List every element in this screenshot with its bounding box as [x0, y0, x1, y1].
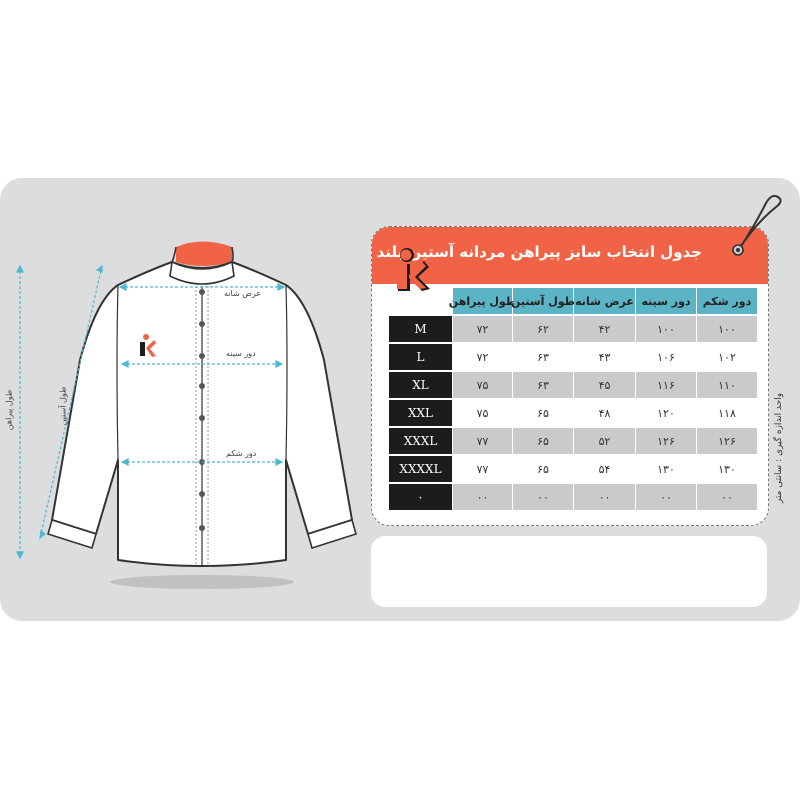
unit-note: واحد اندازه گیری : سانتی متر [774, 392, 784, 504]
table-cell: ۶۵ [513, 428, 573, 454]
size-cell: M [389, 316, 452, 342]
table-cell: ۷۵ [453, 372, 512, 398]
table-cell: ۷۲ [453, 316, 512, 342]
table-cell: ۵۴ [574, 456, 635, 482]
size-cell: XXL [389, 400, 452, 426]
table-cell: ۶۳ [513, 372, 573, 398]
size-cell: XL [389, 372, 452, 398]
hang-tag-icon [732, 194, 782, 256]
table-cell: ۱۱۸ [697, 400, 757, 426]
k-person-logo-icon [397, 248, 430, 291]
table-cell: ۱۳۰ [636, 456, 696, 482]
table-cell: ۴۸ [574, 400, 635, 426]
header-shoulder-width: عرض شانه [574, 288, 635, 314]
size-cell: XXXL [389, 428, 452, 454]
chest-label: دور سینه [226, 349, 256, 358]
table-cell: ۶۳ [513, 344, 573, 370]
size-cell: XXXXL [389, 456, 452, 482]
table-cell: ۱۰۰ [697, 316, 757, 342]
table-cell: ۶۵ [513, 400, 573, 426]
table-cell: ۷۵ [453, 400, 512, 426]
table-cell: ۱۱۰ [697, 372, 757, 398]
table-cell: ۰۰ [697, 484, 757, 510]
size-table: طول پیراهن طول آستین عرض شانه دور سینه د… [389, 288, 757, 510]
table-cell: ۰۰ [636, 484, 696, 510]
table-cell: ۴۲ [574, 316, 635, 342]
table-cell: ۱۲۶ [636, 428, 696, 454]
table-cell: ۷۲ [453, 344, 512, 370]
table-cell: ۷۷ [453, 428, 512, 454]
table-cell: ۰۰ [574, 484, 635, 510]
header-blank [389, 288, 452, 314]
sleeve-label: طول آستین [58, 386, 68, 426]
table-cell: ۱۲۰ [636, 400, 696, 426]
table-cell: ۰۰ [453, 484, 512, 510]
table-cell: ۱۱۶ [636, 372, 696, 398]
header-waist: دور شکم [697, 288, 757, 314]
table-cell: ۱۰۶ [636, 344, 696, 370]
table-cell: ۱۲۶ [697, 428, 757, 454]
table-cell: ۱۳۰ [697, 456, 757, 482]
table-cell: ۴۵ [574, 372, 635, 398]
size-cell: L [389, 344, 452, 370]
size-cell: ۰ [389, 484, 452, 510]
shirt-length-label: طول پیراهن [4, 389, 14, 431]
notes-box [371, 536, 767, 607]
table-cell: ۷۷ [453, 456, 512, 482]
header-chest: دور سینه [636, 288, 696, 314]
table-cell: ۶۵ [513, 456, 573, 482]
header-shirt-length: طول پیراهن [449, 288, 516, 314]
table-cell: ۴۳ [574, 344, 635, 370]
shoulder-label: عرض شانه [224, 289, 262, 298]
table-cell: ۱۰۲ [697, 344, 757, 370]
table-cell: ۵۲ [574, 428, 635, 454]
table-cell: ۱۰۰ [636, 316, 696, 342]
waist-label: دور شکم [226, 449, 257, 458]
table-cell: ۰۰ [513, 484, 573, 510]
header-sleeve-length: طول آستین [511, 288, 575, 314]
table-cell: ۶۲ [513, 316, 573, 342]
